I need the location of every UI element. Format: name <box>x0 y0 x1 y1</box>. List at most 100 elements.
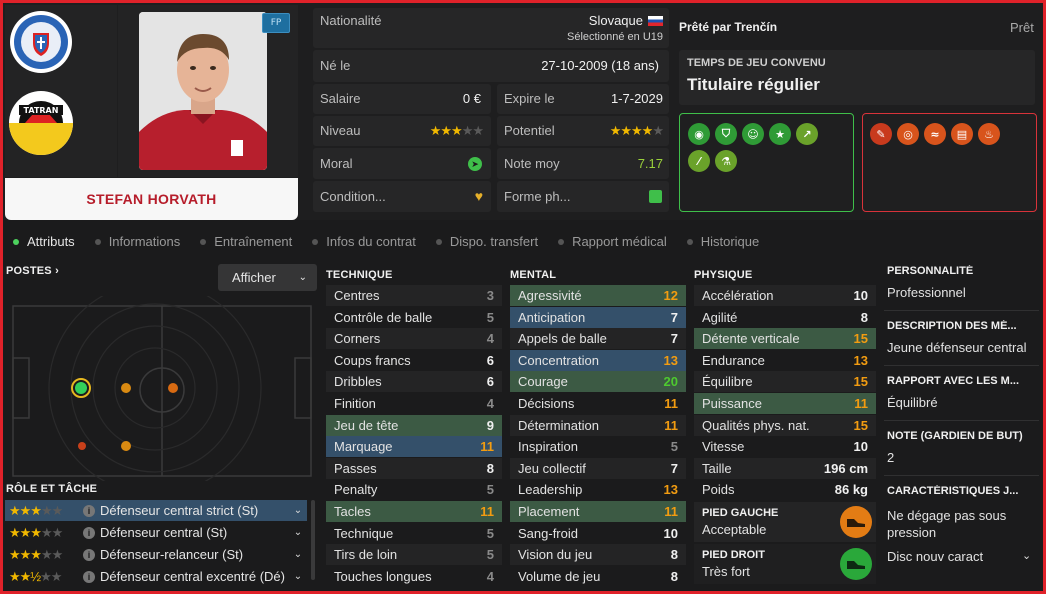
attribute-name: Appels de balle <box>518 331 607 347</box>
role-row[interactable]: ★★★★★ i Défenseur central (St) ⌄ <box>5 522 307 543</box>
traits-value: Ne dégage pas sous pression <box>887 508 1007 540</box>
attribute-row[interactable]: Détermination 11 <box>510 414 686 436</box>
attribute-row[interactable]: Anticipation 7 <box>510 306 686 328</box>
role-row[interactable]: ★★½★★ i Défenseur central excentré (Dé) … <box>5 566 307 587</box>
attribute-row[interactable]: Équilibre 15 <box>694 371 876 393</box>
chevron-down-icon[interactable]: ⌄ <box>289 505 307 516</box>
form-box[interactable]: Forme ph... <box>497 181 669 212</box>
morale-box[interactable]: Moral ➤ <box>313 148 491 179</box>
attribute-row[interactable]: Corners 4 <box>326 328 502 350</box>
roles-scrollbar[interactable] <box>311 500 315 580</box>
attribute-row[interactable]: Touches longues 4 <box>326 566 502 587</box>
attribute-row[interactable]: Leadership 13 <box>510 479 686 500</box>
attribute-name: Corners <box>334 331 381 347</box>
attribute-row[interactable]: Vitesse 10 <box>694 436 876 457</box>
handshake-icon[interactable]: ≈ <box>924 123 946 145</box>
info-icon[interactable]: i <box>83 526 95 539</box>
tab-medical[interactable]: Rapport médical <box>548 234 677 249</box>
condition-label: Condition... <box>320 189 386 204</box>
attribute-row[interactable]: Poids 86 kg <box>694 479 876 500</box>
tab-transfer[interactable]: Dispo. transfert <box>426 234 548 249</box>
chevron-down-icon[interactable]: ⌄ <box>289 549 307 560</box>
wrench-icon[interactable]: ✎ <box>870 123 892 145</box>
attribute-row[interactable]: Sang-froid 10 <box>510 523 686 544</box>
attribute-row[interactable]: Accélération 10 <box>694 285 876 306</box>
show-dropdown[interactable]: Afficher ⌄ <box>218 264 317 291</box>
attribute-row[interactable]: Jeu collectif 7 <box>510 457 686 479</box>
attribute-value: 15 <box>853 374 868 390</box>
attribute-value: 10 <box>663 525 678 541</box>
mood-icon[interactable]: ☺ <box>742 123 764 145</box>
attribute-row[interactable]: Finition 4 <box>326 393 502 414</box>
club-crest-icon: TATRAN <box>9 11 73 155</box>
tab-dot-icon <box>312 238 319 245</box>
expiry-value: 1-7-2029 <box>610 91 663 106</box>
role-name: Défenseur central (St) <box>100 525 228 540</box>
personality-value: Professionnel <box>887 285 966 300</box>
attribute-row[interactable]: Centres 3 <box>326 285 502 306</box>
attribute-row[interactable]: Contrôle de balle 5 <box>326 307 502 328</box>
attribute-row[interactable]: Qualités phys. nat. 15 <box>694 414 876 436</box>
attribute-row[interactable]: Taille 196 cm <box>694 457 876 479</box>
tab-information[interactable]: Informations <box>85 234 191 249</box>
physique-title: PHYSIQUE <box>694 269 753 281</box>
role-name: Défenseur-relanceur (St) <box>100 547 244 562</box>
positions-title[interactable]: POSTES › <box>6 265 59 277</box>
player-name-card: STEFAN HORVATH <box>5 178 298 220</box>
attribute-row[interactable]: Inspiration 5 <box>510 436 686 457</box>
divider <box>884 365 1039 366</box>
attribute-name: Vision du jeu <box>518 547 593 563</box>
attribute-row[interactable]: Coups francs 6 <box>326 350 502 371</box>
attribute-row[interactable]: Penalty 5 <box>326 479 502 500</box>
born-value: 27-10-2009 (18 ans) <box>541 58 659 73</box>
role-row[interactable]: ★★★★★ i Défenseur-relanceur (St) ⌄ <box>5 544 307 565</box>
attribute-row[interactable]: Appels de balle 7 <box>510 328 686 350</box>
target-icon[interactable]: ◎ <box>897 123 919 145</box>
info-icon[interactable]: i <box>83 504 95 517</box>
attribute-row[interactable]: Marquage 11 <box>326 436 502 458</box>
attribute-row[interactable]: Agilité 8 <box>694 307 876 328</box>
morale-label: Moral <box>320 156 353 171</box>
attribute-row[interactable]: Puissance 11 <box>694 393 876 414</box>
attribute-row[interactable]: Concentration 13 <box>510 349 686 371</box>
attribute-row[interactable]: Volume de jeu 8 <box>510 566 686 587</box>
chevron-down-icon[interactable]: ⌄ <box>289 527 307 538</box>
attribute-row[interactable]: Dribbles 6 <box>326 371 502 393</box>
attribute-row[interactable]: Courage 20 <box>510 371 686 393</box>
chevron-down-icon[interactable]: ⌄ <box>1022 549 1031 562</box>
star-icon[interactable]: ★ <box>769 123 791 145</box>
trend-up-icon[interactable]: ↗ <box>796 123 818 145</box>
flame-icon[interactable]: ♨ <box>978 123 1000 145</box>
attribute-row[interactable]: Décisions 11 <box>510 393 686 414</box>
info-icon[interactable]: i <box>83 570 95 583</box>
attribute-row[interactable]: Agressivité 12 <box>510 285 686 306</box>
attribute-value: 8 <box>670 547 678 563</box>
role-stars: ★★★★★ <box>9 524 63 540</box>
right-foot-label: PIED DROIT <box>702 549 765 561</box>
info-icon[interactable]: i <box>83 548 95 561</box>
attribute-row[interactable]: Technique 5 <box>326 523 502 544</box>
role-row[interactable]: ★★★★★ i Défenseur central strict (St) ⌄ <box>5 500 307 521</box>
attribute-row[interactable]: Endurance 13 <box>694 350 876 371</box>
attribute-row[interactable]: Tacles 11 <box>326 501 502 522</box>
attribute-row[interactable]: Jeu de tête 9 <box>326 414 502 436</box>
bandage-icon[interactable]: ⁄ <box>688 150 710 172</box>
attribute-row[interactable]: Détente verticale 15 <box>694 328 876 350</box>
attribute-row[interactable]: Placement 11 <box>510 501 686 522</box>
flask-icon[interactable]: ⚗ <box>715 150 737 172</box>
attribute-row[interactable]: Passes 8 <box>326 457 502 479</box>
document-icon[interactable]: ▤ <box>951 123 973 145</box>
tab-contract[interactable]: Infos du contrat <box>302 234 426 249</box>
tab-training[interactable]: Entraînement <box>190 234 302 249</box>
attribute-name: Leadership <box>518 482 583 498</box>
shield-icon[interactable]: ⛉ <box>715 123 737 145</box>
chevron-down-icon: ⌄ <box>298 272 307 283</box>
tab-history[interactable]: Historique <box>677 234 770 249</box>
condition-box[interactable]: Condition... ♥ <box>313 181 491 212</box>
chevron-down-icon[interactable]: ⌄ <box>289 571 307 582</box>
tab-attributes[interactable]: Attributs <box>3 234 85 249</box>
attribute-row[interactable]: Tirs de loin 5 <box>326 544 502 566</box>
brain-icon[interactable]: ◉ <box>688 123 710 145</box>
loan-title: Prêté par Trenčín <box>679 20 778 34</box>
attribute-row[interactable]: Vision du jeu 8 <box>510 544 686 566</box>
